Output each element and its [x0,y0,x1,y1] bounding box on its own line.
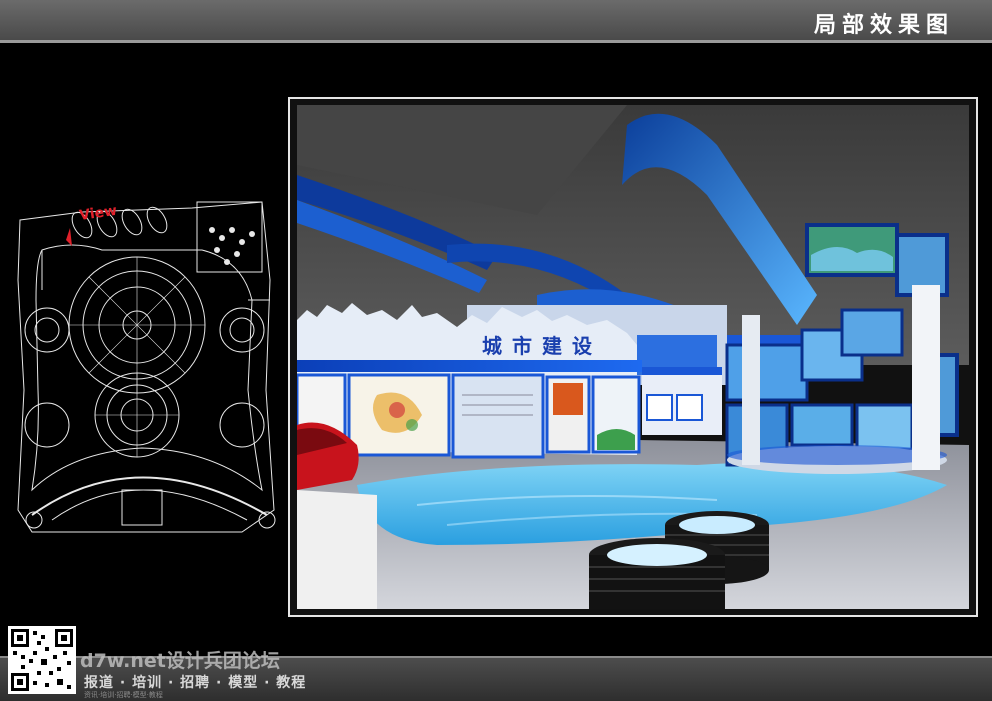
exhibit-sign: 城市建设 [482,334,602,358]
tire-display-front [589,538,725,609]
view-label: View [78,203,118,224]
render-frame: 城市建设 [288,97,978,617]
watermark-site: d7w.net设计兵团论坛 [80,650,280,672]
side-circle-left-1 [24,307,70,353]
page-title: 局部效果图 [813,13,954,38]
watermark-subtext: 资讯·培训·招聘·模型·教程 [84,691,163,699]
header-divider [0,40,992,43]
qr-code[interactable] [8,626,76,694]
floor-plan: View [17,201,276,533]
header-bar: 局部效果图 [0,0,992,40]
curved-front-wall [31,476,268,516]
watermark-services: 报道 · 培训 · 招聘 · 模型 · 教程 [84,675,307,691]
side-circle-right-1 [219,307,265,353]
exhibition-render: 城市建设 [297,105,969,609]
side-circle-right-2 [219,402,265,448]
side-circle-left-2 [24,402,70,448]
plan-inner-wall [31,244,263,492]
view-arrow [66,228,72,246]
